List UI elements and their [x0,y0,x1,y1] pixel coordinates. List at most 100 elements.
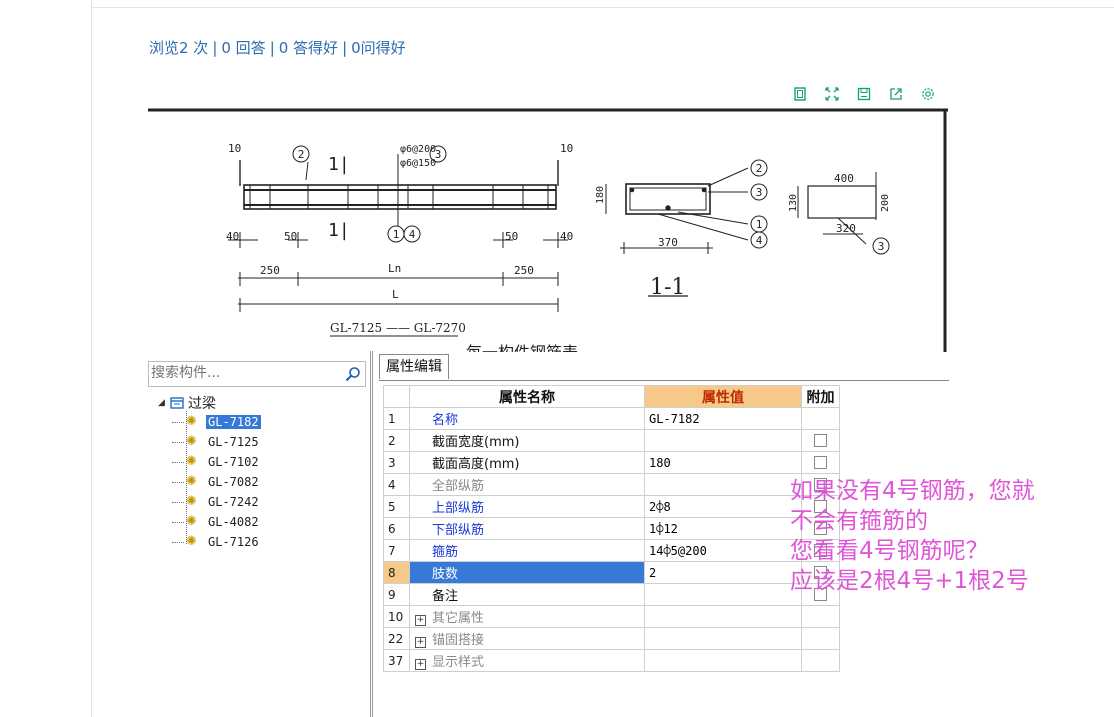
property-row[interactable]: 37 + 显示样式 [383,649,840,672]
property-name[interactable]: 上部纵筋 [409,495,645,518]
good-answers-count[interactable]: 0 答得好 [279,39,338,57]
property-name[interactable]: + 其它属性 [409,605,645,628]
property-value[interactable] [644,429,802,452]
property-value[interactable] [644,605,802,628]
header-index [383,385,410,408]
svg-text:50: 50 [284,230,297,243]
property-name[interactable]: 备注 [409,583,645,606]
property-name[interactable]: + 显示样式 [409,649,645,672]
property-value[interactable]: 2 [644,561,802,584]
tree-item[interactable]: ✺ GL-7102 [172,452,261,472]
property-row[interactable]: 7 箍筋 14⌽5@200 [383,539,840,562]
tree-item[interactable]: ✺ GL-7126 [172,532,261,552]
property-row[interactable]: 1 名称 GL-7182 [383,407,840,430]
tree-item[interactable]: ✺ GL-7242 [172,492,261,512]
row-index: 1 [383,407,410,430]
lintel-folder-icon [170,397,184,409]
component-icon: ✺ [186,414,197,429]
save-icon[interactable] [848,81,880,107]
property-value[interactable] [644,649,802,672]
row-index: 6 [383,517,410,540]
property-value[interactable] [644,627,802,650]
row-index: 2 [383,429,410,452]
property-name[interactable]: + 锚固搭接 [409,627,645,650]
property-value[interactable]: 2⌽8 [644,495,802,518]
extra-checkbox[interactable] [814,456,827,469]
property-name[interactable]: 名称 [409,407,645,430]
property-value[interactable]: GL-7182 [644,407,802,430]
component-icon: ✺ [186,474,197,489]
property-name[interactable]: 全部纵筋 [409,473,645,496]
property-row[interactable]: 4 全部纵筋 [383,473,840,496]
property-row[interactable]: 6 下部纵筋 1⌽12 [383,517,840,540]
extra-checkbox[interactable] [814,434,827,447]
property-row[interactable]: 10 + 其它属性 [383,605,840,628]
expand-plus-icon[interactable]: + [415,615,426,626]
svg-text:L: L [392,288,399,301]
component-icon: ✺ [186,454,197,469]
answers-count[interactable]: 0 回答 [221,39,265,57]
share-icon[interactable] [880,81,912,107]
property-value[interactable]: 14⌽5@200 [644,539,802,562]
property-name[interactable]: 肢数 [409,561,645,584]
tree-node-root[interactable]: ◢ 过梁 [158,394,261,412]
property-row[interactable]: 5 上部纵筋 2⌽8 [383,495,840,518]
extra-cell [801,429,840,452]
answer-annotation: 如果没有4号钢筋，您就 不会有箍筋的 您看看4号钢筋呢？ 应该是2根4号+1根2… [790,476,1035,596]
header-property-name: 属性名称 [409,385,645,408]
tree-item[interactable]: ✺ GL-7125 [172,432,261,452]
property-value[interactable] [644,473,802,496]
svg-text:10: 10 [228,142,241,155]
tree-item-label: GL-7125 [208,435,259,449]
property-name[interactable]: 截面宽度(mm) [409,429,645,452]
svg-text:4: 4 [409,228,416,241]
svg-text:40: 40 [226,230,239,243]
property-name[interactable]: 箍筋 [409,539,645,562]
property-row[interactable]: 9 备注 [383,583,840,606]
tree-item[interactable]: ✺ GL-7182 [172,412,261,432]
svg-text:3: 3 [878,240,885,253]
property-tabbar: 属性编辑 [379,354,949,381]
tab-property-edit[interactable]: 属性编辑 [379,354,449,379]
tree-item-label: GL-7082 [208,475,259,489]
property-value[interactable] [644,583,802,606]
panel-splitter[interactable] [370,351,373,717]
expand-plus-icon[interactable]: + [415,637,426,648]
property-name[interactable]: 下部纵筋 [409,517,645,540]
property-row[interactable]: 8 肢数 2 [383,561,840,584]
content-top-border [91,7,1114,8]
property-value[interactable]: 1⌽12 [644,517,802,540]
property-row[interactable]: 2 截面宽度(mm) [383,429,840,452]
component-icon: ✺ [186,534,197,549]
svg-text:200: 200 [880,194,891,212]
views-count: 浏览2 次 [149,39,209,57]
tree-item[interactable]: ✺ GL-7082 [172,472,261,492]
collapse-arrow-icon[interactable]: ◢ [158,398,170,408]
row-index: 8 [383,561,410,584]
fullscreen-icon[interactable] [816,81,848,107]
property-name[interactable]: 截面高度(mm) [409,451,645,474]
svg-text:250: 250 [260,264,280,277]
property-row[interactable]: 22 + 锚固搭接 [383,627,840,650]
svg-text:φ6@200: φ6@200 [400,144,436,155]
annotation-line: 不会有箍筋的 [790,508,928,534]
search-icon[interactable] [345,366,361,382]
component-search-input[interactable] [149,362,331,384]
component-icon: ✺ [186,514,197,529]
tree-item[interactable]: ✺ GL-4082 [172,512,261,532]
svg-text:50: 50 [505,230,518,243]
svg-text:1|: 1| [328,154,350,175]
settings-icon[interactable] [912,81,944,107]
row-index: 7 [383,539,410,562]
image-toolbar [784,81,944,107]
property-value[interactable]: 180 [644,451,802,474]
svg-text:40: 40 [560,230,573,243]
svg-text:4: 4 [756,234,763,247]
good-questions-count[interactable]: 0问得好 [351,39,406,57]
property-row[interactable]: 3 截面高度(mm) 180 [383,451,840,474]
tree-item-label: GL-7182 [206,415,261,429]
original-size-icon[interactable] [784,81,816,107]
expand-plus-icon[interactable]: + [415,659,426,670]
row-index: 4 [383,473,410,496]
annotation-line: 您看看4号钢筋呢？ [790,538,989,564]
